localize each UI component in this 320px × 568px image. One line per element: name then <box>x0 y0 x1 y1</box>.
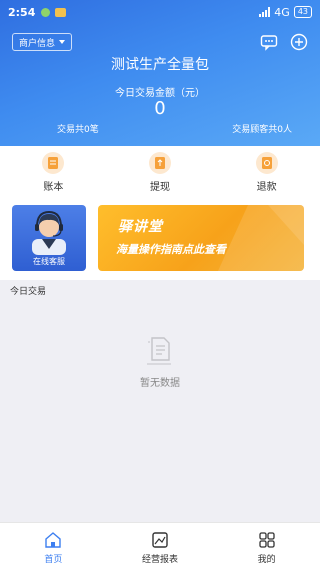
empty-data-icon <box>145 336 173 368</box>
banner-decoration <box>218 205 304 271</box>
ledger-icon <box>42 152 65 174</box>
amount-label: 今日交易金额（元） <box>115 88 205 99</box>
signal-icon <box>259 7 271 17</box>
ledger-button[interactable]: 账本 <box>0 146 107 200</box>
refund-icon <box>255 152 278 174</box>
refund-label: 退款 <box>256 182 277 193</box>
today-transactions-title: 今日交易 <box>10 287 47 297</box>
online-service-card[interactable]: 在线客服 <box>12 205 86 271</box>
withdraw-button[interactable]: 提现 <box>107 146 214 200</box>
network-label: 4G <box>274 5 290 19</box>
tab-home[interactable]: 首页 <box>0 523 107 568</box>
tab-home-label: 首页 <box>44 555 63 565</box>
tab-mine-label: 我的 <box>257 555 276 565</box>
withdraw-label: 提现 <box>150 182 170 193</box>
tab-reports-label: 经营报表 <box>142 555 179 565</box>
quick-actions: 账本 提现 退款 <box>0 146 320 200</box>
message-icon[interactable] <box>260 33 278 51</box>
header: 2:54 4G 43 商户信息 测试生产全量包 今日交易金额（元） 0 交易共0… <box>0 0 320 146</box>
withdraw-icon <box>149 152 171 174</box>
today-amount: 0 <box>154 98 166 119</box>
store-name: 测试生产全量包 <box>111 57 209 73</box>
merchant-select-label: 商户信息 <box>19 38 56 49</box>
home-icon <box>44 531 62 549</box>
ledger-label: 账本 <box>43 182 64 193</box>
online-service-label: 在线客服 <box>33 257 65 266</box>
banner-subtitle: 海量操作指南点此查看 <box>116 243 226 256</box>
grid-icon <box>258 531 276 549</box>
battery-icon: 43 <box>293 6 312 18</box>
notification-icon <box>41 7 51 17</box>
status-time: 2:54 <box>8 5 36 19</box>
transaction-count: 交易共0笔 <box>57 125 99 135</box>
customer-count: 交易顾客共0人 <box>232 125 292 135</box>
tab-reports[interactable]: 经营报表 <box>107 523 214 568</box>
training-banner[interactable]: 驿讲堂 海量操作指南点此查看 <box>98 205 304 271</box>
promo-row: 在线客服 驿讲堂 海量操作指南点此查看 <box>0 200 320 280</box>
chevron-down-icon <box>59 40 66 44</box>
customer-service-agent-icon <box>32 210 66 255</box>
banner-title: 驿讲堂 <box>118 219 163 235</box>
merchant-select[interactable]: 商户信息 <box>12 33 73 51</box>
refund-button[interactable]: 退款 <box>213 146 320 200</box>
report-icon <box>151 531 169 549</box>
empty-data-text: 暂无数据 <box>140 378 180 389</box>
status-bar: 2:54 4G 43 <box>0 0 320 24</box>
tab-mine[interactable]: 我的 <box>213 523 320 568</box>
bottom-tab-bar: 首页 经营报表 我的 <box>0 522 320 568</box>
add-icon[interactable] <box>290 33 308 51</box>
message-notification-icon <box>55 7 67 17</box>
